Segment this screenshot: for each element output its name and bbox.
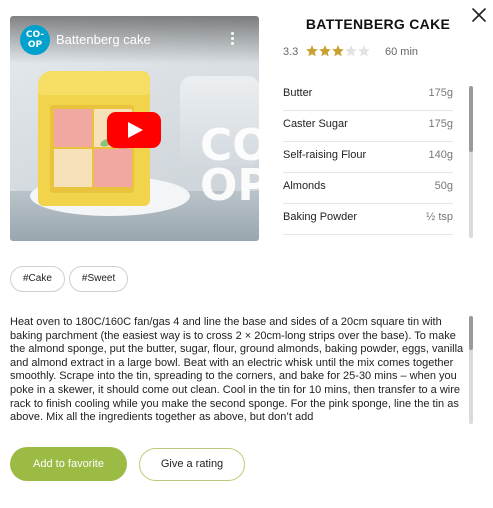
video-watermark-text: CO OP xyxy=(200,120,259,211)
recipe-description: Heat oven to 180C/160C fan/gas 4 and lin… xyxy=(10,316,464,424)
ingredient-name: Self-raising Flour xyxy=(283,149,367,161)
ingredient-amount: 175g xyxy=(428,87,453,99)
duration: 60 min xyxy=(385,46,419,58)
ingredient-list: Butter 175g Caster Sugar 175g Self-raising F… xyxy=(283,80,453,240)
ingredient-amount: 50g xyxy=(434,180,453,192)
channel-logo[interactable]: CO-OP xyxy=(20,25,50,55)
star-filled-icon xyxy=(319,45,331,57)
ingredient-amount: 175g xyxy=(428,118,453,130)
video-menu-icon[interactable] xyxy=(228,30,236,50)
ingredient-row: Baking Powder ½ tsp xyxy=(283,204,453,235)
ingredient-name: Caster Sugar xyxy=(283,118,348,130)
ingredient-row: Almonds 50g xyxy=(283,173,453,204)
description-scrollbar[interactable] xyxy=(469,316,473,424)
add-to-favorite-button[interactable]: Add to favorite xyxy=(10,447,127,481)
star-filled-icon xyxy=(332,45,344,57)
play-button[interactable] xyxy=(107,112,161,148)
tag-chip[interactable]: #Cake xyxy=(10,266,65,292)
ingredient-row: Self-raising Flour 140g xyxy=(283,142,453,173)
ingredient-amount: ½ tsp xyxy=(426,211,453,223)
video-title[interactable]: Battenberg cake xyxy=(56,32,151,47)
rating-value: 3.3 xyxy=(283,46,299,58)
ingredient-name: Almonds xyxy=(283,180,326,192)
recipe-title: BATTENBERG CAKE xyxy=(305,16,451,32)
star-filled-icon xyxy=(306,45,318,57)
give-rating-button[interactable]: Give a rating xyxy=(139,448,245,481)
star-rating xyxy=(305,44,370,61)
ingredient-name: Baking Powder xyxy=(283,211,357,223)
star-empty-icon xyxy=(358,45,370,57)
tag-list: #Cake #Sweet xyxy=(10,266,132,292)
ingredient-name: Butter xyxy=(283,87,313,99)
rating-row: 3.3 60 min xyxy=(283,44,453,62)
ingredient-amount: 140g xyxy=(428,149,453,161)
tag-chip[interactable]: #Sweet xyxy=(68,266,129,292)
ingredient-row: Butter 175g xyxy=(283,80,453,111)
star-empty-icon xyxy=(345,45,357,57)
ingredient-row: Caster Sugar 175g xyxy=(283,111,453,142)
video-player[interactable]: CO OP CO-OP Battenberg cake xyxy=(10,16,259,241)
ingredient-scrollbar[interactable] xyxy=(469,86,473,238)
